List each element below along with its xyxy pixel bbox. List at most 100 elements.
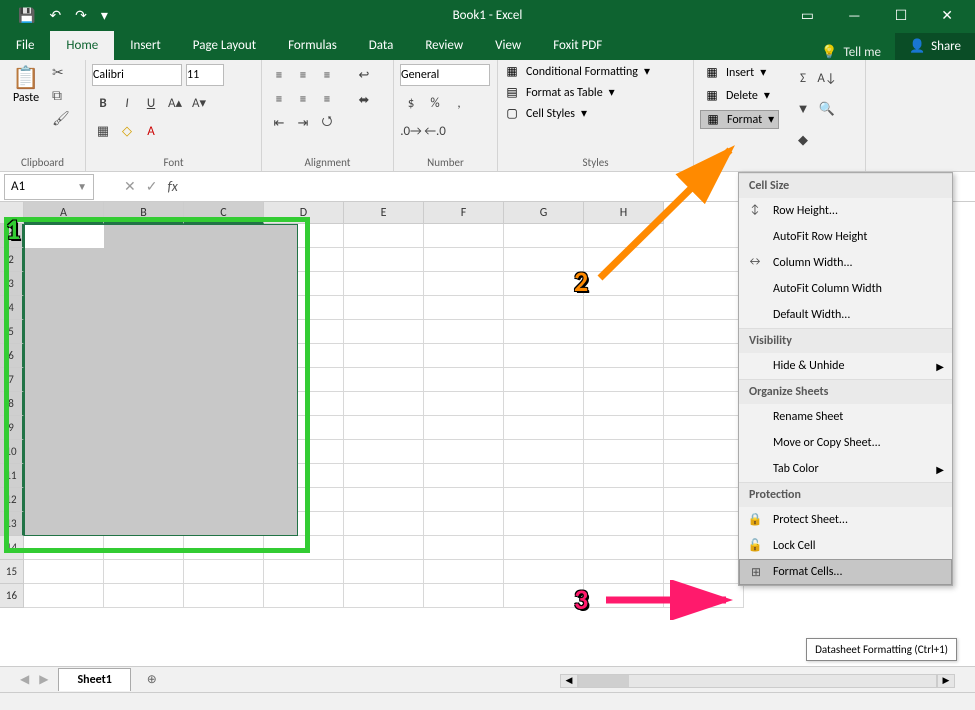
row-header-16[interactable]: 16 — [0, 584, 24, 608]
save-icon[interactable]: 💾 — [18, 7, 35, 24]
qat-more-icon[interactable]: ▾ — [101, 7, 108, 24]
cell[interactable] — [584, 560, 664, 584]
merge-button[interactable]: ⬌ — [344, 89, 384, 111]
name-box[interactable]: A1 ▼ — [4, 174, 94, 200]
cell[interactable] — [24, 536, 104, 560]
cell[interactable] — [664, 392, 744, 416]
cell[interactable] — [504, 392, 584, 416]
row-header-15[interactable]: 15 — [0, 560, 24, 584]
cell[interactable] — [344, 296, 424, 320]
cell[interactable] — [264, 584, 344, 608]
cell[interactable] — [424, 584, 504, 608]
share-button[interactable]: 👤 Share — [895, 33, 975, 60]
row-header-3[interactable]: 3 — [0, 272, 24, 296]
tab-view[interactable]: View — [479, 31, 537, 60]
cell[interactable] — [424, 488, 504, 512]
align-middle-button[interactable]: ≡ — [292, 64, 314, 86]
conditional-formatting-button[interactable]: ▦Conditional Formatting ▾ — [504, 64, 650, 79]
cell[interactable] — [664, 536, 744, 560]
cell[interactable] — [344, 464, 424, 488]
cell[interactable] — [424, 272, 504, 296]
row-header-12[interactable]: 12 — [0, 488, 24, 512]
cell[interactable] — [504, 224, 584, 248]
column-header-f[interactable]: F — [424, 202, 504, 224]
cell[interactable] — [584, 272, 664, 296]
cell[interactable] — [264, 560, 344, 584]
fill-button[interactable]: ▼ — [792, 98, 814, 120]
wrap-text-button[interactable]: ↩ — [344, 64, 384, 86]
cell[interactable] — [424, 392, 504, 416]
cell[interactable] — [104, 560, 184, 584]
font-name-input[interactable] — [92, 64, 182, 86]
name-box-dropdown-icon[interactable]: ▼ — [77, 180, 87, 193]
cancel-formula-icon[interactable]: ✕ — [124, 178, 136, 195]
italic-button[interactable]: I — [116, 92, 138, 114]
cell[interactable] — [344, 440, 424, 464]
cell[interactable] — [424, 248, 504, 272]
cell[interactable] — [344, 512, 424, 536]
tell-me[interactable]: 💡 Tell me — [807, 45, 895, 60]
cell[interactable] — [424, 440, 504, 464]
column-header-e[interactable]: E — [344, 202, 424, 224]
cell[interactable] — [584, 416, 664, 440]
cell-styles-button[interactable]: ▢Cell Styles ▾ — [504, 106, 650, 121]
menu-tab-color[interactable]: Tab Color▶ — [739, 456, 952, 482]
horizontal-scrollbar[interactable]: ◀ ▶ — [560, 670, 955, 692]
cell[interactable] — [504, 584, 584, 608]
number-format-select[interactable] — [400, 64, 490, 86]
cell[interactable] — [344, 488, 424, 512]
cell[interactable] — [664, 488, 744, 512]
menu-format-cells[interactable]: ⊞Format Cells... — [739, 559, 952, 585]
row-header-11[interactable]: 11 — [0, 464, 24, 488]
cell[interactable] — [424, 368, 504, 392]
cell[interactable] — [664, 440, 744, 464]
tab-home[interactable]: Home — [50, 31, 114, 60]
font-color-button[interactable]: A — [140, 120, 162, 142]
cell[interactable] — [504, 320, 584, 344]
select-all-corner[interactable] — [0, 202, 24, 224]
row-header-4[interactable]: 4 — [0, 296, 24, 320]
cell[interactable] — [184, 584, 264, 608]
tab-page-layout[interactable]: Page Layout — [177, 31, 272, 60]
currency-button[interactable]: $ — [400, 92, 422, 114]
tab-data[interactable]: Data — [353, 31, 410, 60]
cell[interactable] — [344, 416, 424, 440]
add-sheet-button[interactable]: ⊕ — [141, 669, 163, 691]
redo-icon[interactable]: ↷ — [75, 7, 87, 24]
tab-formulas[interactable]: Formulas — [272, 31, 353, 60]
cell-selection[interactable] — [24, 224, 298, 536]
format-painter-icon[interactable]: 🖌 — [52, 110, 70, 127]
cell[interactable] — [584, 536, 664, 560]
maximize-button[interactable]: ☐ — [895, 7, 908, 24]
column-header-c[interactable]: C — [184, 202, 264, 224]
cell[interactable] — [584, 584, 664, 608]
format-cells-button[interactable]: ▦Format ▾ — [700, 110, 779, 129]
cell[interactable] — [504, 488, 584, 512]
scroll-right-button[interactable]: ▶ — [937, 674, 955, 688]
cell[interactable] — [504, 416, 584, 440]
cell[interactable] — [584, 392, 664, 416]
autosum-button[interactable]: Σ — [792, 67, 814, 89]
cell[interactable] — [504, 368, 584, 392]
tab-file[interactable]: File — [0, 31, 50, 60]
active-cell[interactable] — [25, 225, 104, 248]
cell[interactable] — [584, 464, 664, 488]
cell[interactable] — [424, 344, 504, 368]
cell[interactable] — [504, 296, 584, 320]
close-button[interactable]: ✕ — [941, 7, 953, 24]
cell[interactable] — [584, 512, 664, 536]
undo-icon[interactable]: ↶ — [49, 7, 61, 24]
font-size-input[interactable] — [186, 64, 224, 86]
cell[interactable] — [584, 296, 664, 320]
cell[interactable] — [664, 272, 744, 296]
increase-indent-button[interactable]: ⇥ — [292, 112, 314, 134]
cell[interactable] — [424, 320, 504, 344]
cell[interactable] — [664, 416, 744, 440]
column-header-b[interactable]: B — [104, 202, 184, 224]
cell[interactable] — [584, 248, 664, 272]
cell[interactable] — [424, 560, 504, 584]
cell[interactable] — [664, 512, 744, 536]
paste-button[interactable]: 📋 Paste — [6, 64, 46, 105]
row-header-14[interactable]: 14 — [0, 536, 24, 560]
cell[interactable] — [504, 536, 584, 560]
